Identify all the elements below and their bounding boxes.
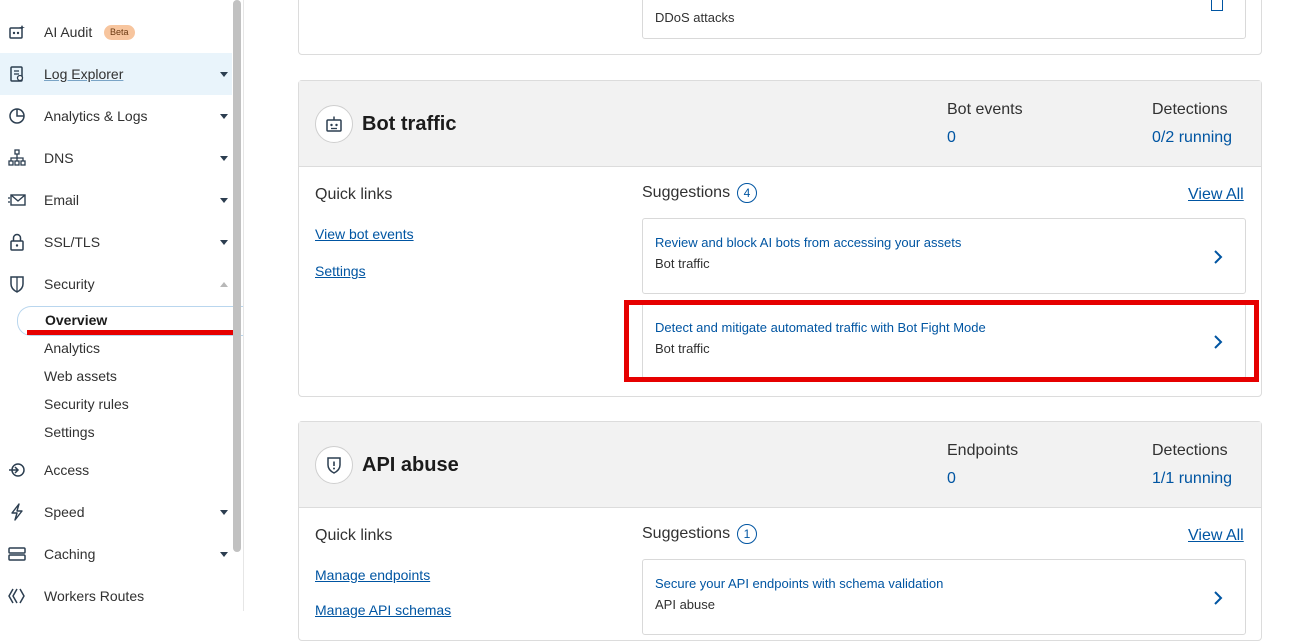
dns-icon xyxy=(8,149,26,167)
endpoints-label: Endpoints xyxy=(947,442,1019,459)
sidebar-item-label: Security xyxy=(44,276,95,292)
sidebar-item-label: Access xyxy=(44,462,90,478)
sidebar-item-ssl-tls[interactable]: SSL/TLS xyxy=(0,221,232,263)
analytics-icon xyxy=(8,107,26,125)
sidebar-item-label: Caching xyxy=(44,546,96,562)
sidebar-item-workers-routes[interactable]: Workers Routes xyxy=(0,575,232,611)
sidebar-item-analytics-logs[interactable]: Analytics & Logs xyxy=(0,95,232,137)
lightning-icon xyxy=(8,503,26,521)
sidebar-item-email[interactable]: Email xyxy=(0,179,232,221)
log-explorer-icon xyxy=(8,65,26,83)
chevron-right-icon xyxy=(1214,250,1223,264)
sidebar-subitem-web-assets[interactable]: Web assets xyxy=(44,368,117,384)
manage-api-schemas-link[interactable]: Manage API schemas xyxy=(315,602,451,618)
chevron-down-icon[interactable] xyxy=(220,155,228,161)
view-all-link[interactable]: View All xyxy=(1188,527,1244,545)
sidebar-scrollbar[interactable] xyxy=(233,0,241,552)
view-all-link[interactable]: View All xyxy=(1188,186,1244,204)
quick-links-title: Quick links xyxy=(315,527,393,544)
ddos-card: DDoS attacks xyxy=(298,0,1262,55)
sidebar-item-label: AI Audit xyxy=(44,24,93,40)
chevron-down-icon[interactable] xyxy=(220,239,228,245)
lock-icon xyxy=(8,233,26,251)
detections-value[interactable]: 0/2 running xyxy=(1152,129,1232,147)
sidebar-item-security[interactable]: Security xyxy=(0,263,232,305)
sidebar-item-log-explorer[interactable]: Log Explorer xyxy=(0,53,232,95)
suggestion-item[interactable]: DDoS attacks xyxy=(642,0,1246,39)
chevron-right-icon xyxy=(1214,591,1223,605)
sidebar-subitem-overview[interactable]: Overview xyxy=(45,312,107,328)
chevron-down-icon[interactable] xyxy=(220,113,228,119)
ddos-text: DDoS attacks xyxy=(655,10,735,25)
beta-badge: Beta xyxy=(104,25,135,40)
card-header: API abuse Endpoints 0 Detections 1/1 run… xyxy=(299,422,1261,508)
suggestions-title: Suggestions xyxy=(642,184,731,201)
chevron-down-icon[interactable] xyxy=(220,509,228,515)
api-abuse-card: API abuse Endpoints 0 Detections 1/1 run… xyxy=(298,421,1262,641)
detections-label: Detections xyxy=(1152,101,1228,118)
sidebar-item-dns[interactable]: DNS xyxy=(0,137,232,179)
endpoints-value[interactable]: 0 xyxy=(947,470,956,488)
sidebar: AI Audit Beta Log Explorer Analytics & L… xyxy=(0,0,244,611)
sidebar-subitem-settings[interactable]: Settings xyxy=(44,424,95,440)
sidebar-item-label: DNS xyxy=(44,150,74,166)
sidebar-item-caching[interactable]: Caching xyxy=(0,533,232,575)
highlight-underline xyxy=(27,330,234,335)
shield-alert-icon xyxy=(315,446,353,484)
chevron-up-icon[interactable] xyxy=(220,281,228,287)
sidebar-item-speed[interactable]: Speed xyxy=(0,491,232,533)
workers-icon xyxy=(8,587,26,605)
sidebar-item-label: Speed xyxy=(44,504,85,520)
settings-link[interactable]: Settings xyxy=(315,263,366,279)
detections-label: Detections xyxy=(1152,442,1228,459)
quick-links-title: Quick links xyxy=(315,186,393,203)
suggestion-item[interactable]: Secure your API endpoints with schema va… xyxy=(642,559,1246,635)
detections-value[interactable]: 1/1 running xyxy=(1152,470,1232,488)
suggestion-subtitle: API abuse xyxy=(655,597,715,612)
view-bot-events-link[interactable]: View bot events xyxy=(315,226,414,242)
document-icon xyxy=(1211,0,1223,11)
bot-events-label: Bot events xyxy=(947,101,1023,118)
chevron-down-icon[interactable] xyxy=(220,197,228,203)
suggestion-item[interactable]: Review and block AI bots from accessing … xyxy=(642,218,1246,294)
sidebar-item-label: Analytics & Logs xyxy=(44,108,148,124)
sidebar-item-label: Email xyxy=(44,192,80,208)
card-header: Bot traffic Bot events 0 Detections 0/2 … xyxy=(299,81,1261,167)
suggestions-title: Suggestions xyxy=(642,525,731,542)
highlight-box xyxy=(624,300,1259,382)
sidebar-subitem-analytics[interactable]: Analytics xyxy=(44,340,100,356)
sidebar-item-label: SSL/TLS xyxy=(44,234,101,250)
caching-icon xyxy=(8,545,26,563)
card-title: API abuse xyxy=(362,454,459,476)
shield-icon xyxy=(8,275,26,293)
suggestion-title: Secure your API endpoints with schema va… xyxy=(655,576,944,591)
suggestions-count-badge: 1 xyxy=(737,524,757,544)
card-title: Bot traffic xyxy=(362,113,457,135)
email-icon xyxy=(8,191,26,209)
suggestion-title: Review and block AI bots from accessing … xyxy=(655,235,962,250)
access-icon xyxy=(8,461,26,479)
chevron-down-icon[interactable] xyxy=(220,71,228,77)
chevron-down-icon[interactable] xyxy=(220,551,228,557)
sidebar-item-label: Log Explorer xyxy=(44,66,124,82)
ai-audit-icon xyxy=(8,23,26,41)
suggestion-subtitle: Bot traffic xyxy=(655,256,710,271)
sidebar-subitem-security-rules[interactable]: Security rules xyxy=(44,396,129,412)
bot-events-value[interactable]: 0 xyxy=(947,129,956,147)
sidebar-item-label: Workers Routes xyxy=(44,588,145,604)
robot-icon xyxy=(315,105,353,143)
suggestions-count-badge: 4 xyxy=(737,183,757,203)
manage-endpoints-link[interactable]: Manage endpoints xyxy=(315,567,430,583)
sidebar-item-access[interactable]: Access xyxy=(0,449,232,491)
